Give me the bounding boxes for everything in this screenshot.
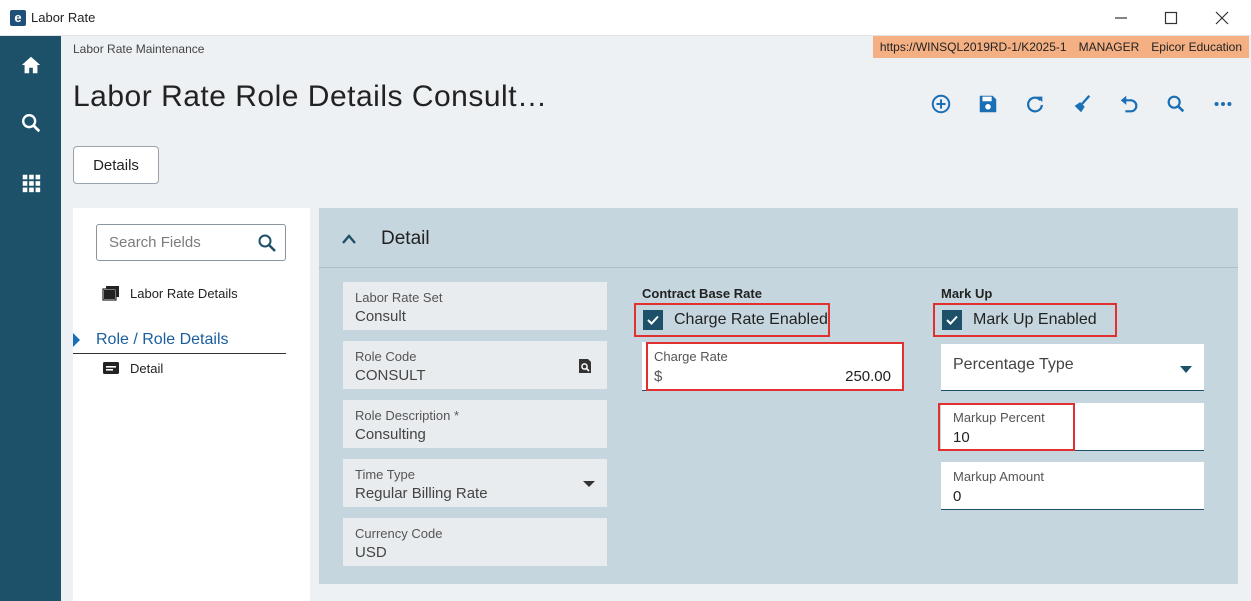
role-description-field: Role Description * Consulting — [343, 400, 607, 448]
lookup-icon[interactable] — [577, 358, 593, 374]
charge-rate-enabled-checkbox[interactable]: Charge Rate Enabled — [634, 303, 830, 337]
toolbar — [917, 90, 1246, 118]
env-user: MANAGER — [1078, 40, 1140, 54]
environment-bar: https://WINSQL2019RD-1/K2025-1 MANAGER E… — [872, 36, 1249, 58]
breadcrumb: Labor Rate Maintenance — [73, 42, 205, 56]
mark-up-enabled-checkbox[interactable]: Mark Up Enabled — [933, 303, 1117, 337]
field-value: Consult — [355, 308, 406, 325]
toolbar-search-button[interactable] — [1152, 90, 1199, 118]
role-code-field: Role Code CONSULT — [343, 341, 607, 389]
time-type-field: Time Type Regular Billing Rate — [343, 459, 607, 507]
apps-button[interactable] — [19, 171, 43, 195]
env-url: https://WINSQL2019RD-1/K2025-1 — [879, 40, 1067, 54]
nav-item-labor-rate-details[interactable]: Labor Rate Details — [102, 285, 238, 301]
field-label: Labor Rate Set — [355, 290, 443, 305]
field-label: Charge Rate — [654, 349, 728, 364]
add-button[interactable] — [917, 90, 964, 118]
more-button[interactable] — [1199, 90, 1246, 118]
chevron-down-icon — [583, 481, 595, 487]
undo-button[interactable] — [1105, 90, 1152, 118]
expanded-caret-icon — [73, 333, 80, 347]
detail-panel: Detail Labor Rate Set Consult Role Code … — [319, 208, 1238, 584]
field-value: Regular Billing Rate — [355, 485, 488, 502]
markup-percent-field[interactable]: Markup Percent 10 — [941, 403, 1204, 451]
clear-button[interactable] — [1058, 90, 1105, 118]
labor-rate-set-field: Labor Rate Set Consult — [343, 282, 607, 330]
markup-amount-value[interactable]: 0 — [953, 488, 961, 505]
checkbox-label: Charge Rate Enabled — [674, 311, 828, 328]
nav-item-detail[interactable]: Detail — [102, 360, 163, 376]
detail-panel-title: Detail — [381, 228, 430, 249]
mark-up-label: Mark Up — [941, 286, 993, 301]
search-icon — [22, 114, 41, 133]
page-title: Labor Rate Role Details Consult… — [73, 80, 548, 113]
markup-amount-field[interactable]: Markup Amount 0 — [941, 462, 1204, 510]
field-label: Markup Amount — [953, 469, 1045, 484]
refresh-icon — [1026, 96, 1043, 113]
search-icon[interactable] — [257, 233, 277, 253]
markup-percent-value[interactable]: 10 — [953, 429, 970, 446]
field-label: Time Type — [355, 467, 415, 482]
currency-code-field: Currency Code USD — [343, 518, 607, 566]
field-value: USD — [355, 544, 387, 561]
save-icon — [979, 95, 996, 113]
charge-rate-value[interactable]: 250.00 — [845, 368, 891, 385]
close-button[interactable] — [1207, 5, 1237, 31]
home-icon — [21, 56, 41, 74]
chevron-up-icon[interactable] — [341, 232, 357, 246]
add-icon — [931, 94, 950, 114]
search-fields-box — [96, 224, 286, 261]
app-logo-icon: e — [10, 10, 26, 26]
field-label: Role Description * — [355, 408, 460, 423]
maximize-button[interactable] — [1156, 5, 1186, 31]
save-button[interactable] — [964, 90, 1011, 118]
checkbox-checked-icon[interactable] — [942, 310, 962, 330]
clear-icon — [1074, 94, 1090, 113]
field-label: Currency Code — [355, 526, 443, 541]
field-label: Markup Percent — [953, 410, 1045, 425]
field-value: CONSULT — [355, 367, 426, 384]
detail-panel-header[interactable]: Detail — [319, 208, 1238, 268]
currency-symbol: $ — [654, 368, 663, 385]
maximize-icon — [1164, 11, 1178, 25]
env-company: Epicor Education — [1151, 40, 1242, 54]
search-icon — [1167, 95, 1184, 113]
tab-details[interactable]: Details — [73, 146, 159, 184]
undo-icon — [1120, 95, 1137, 113]
app-rail — [0, 36, 61, 601]
nav-group-role-details[interactable]: Role / Role Details — [73, 328, 286, 354]
field-label: Role Code — [355, 349, 417, 364]
contract-base-rate-label: Contract Base Rate — [642, 286, 762, 301]
grid-icon — [22, 174, 41, 193]
checkmark-icon — [946, 315, 958, 325]
nav-item-label: Detail — [130, 360, 164, 376]
home-button[interactable] — [19, 53, 43, 77]
close-icon — [1215, 11, 1229, 25]
more-icon — [1214, 101, 1231, 107]
nav-group-label: Role / Role Details — [96, 331, 229, 348]
chevron-down-icon — [1180, 366, 1192, 373]
rail-search-button[interactable] — [19, 111, 43, 135]
field-navigator: Labor Rate Details Role / Role Details D… — [73, 208, 310, 601]
select-value: Percentage Type — [953, 356, 1074, 373]
card-icon — [103, 362, 119, 374]
search-fields-input[interactable] — [97, 225, 257, 260]
field-value: Consulting — [355, 426, 426, 443]
checkbox-checked-icon[interactable] — [643, 310, 663, 330]
checkmark-icon — [647, 315, 659, 325]
title-bar: e Labor Rate — [0, 0, 1251, 36]
minimize-icon — [1115, 17, 1127, 19]
nav-item-label: Labor Rate Details — [130, 285, 238, 301]
cards-icon — [102, 286, 119, 301]
main-area: Labor Rate Maintenance https://WINSQL201… — [61, 36, 1251, 601]
charge-rate-field[interactable]: Charge Rate $ 250.00 — [642, 342, 903, 391]
refresh-button[interactable] — [1011, 90, 1058, 118]
minimize-button[interactable] — [1106, 5, 1136, 31]
checkbox-label: Mark Up Enabled — [973, 311, 1097, 328]
window-title: Labor Rate — [31, 10, 96, 25]
markup-type-select[interactable]: Percentage Type — [941, 344, 1204, 391]
